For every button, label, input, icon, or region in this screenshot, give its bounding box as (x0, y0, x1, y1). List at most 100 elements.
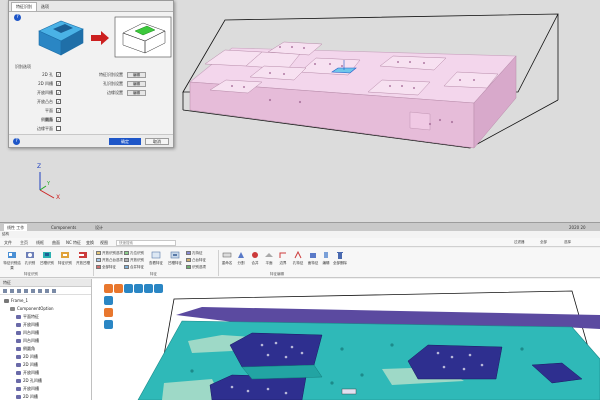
ribbon-small2-2[interactable]: 孔特征 (186, 250, 203, 256)
ribbon-toolbar: 特征识别结果 孔识别 凹槽识别 特征识别 开放凹槽 特征识别 开放识别选项 开放… (0, 248, 600, 278)
tree-item[interactable]: 2D 凹槽 (16, 361, 38, 369)
tab-options[interactable]: 选项 (37, 3, 53, 11)
tool-hole-feature[interactable]: 孔特征 (290, 250, 306, 266)
tool-boundary[interactable]: 边界 (276, 250, 290, 266)
ribbon-small-5[interactable]: 合并特征 (124, 264, 144, 270)
tool-split[interactable]: 分割 (234, 250, 248, 266)
ribbon-small-3[interactable]: 孔位识别 (124, 250, 144, 256)
filter-all[interactable]: 全部 (540, 238, 547, 247)
option-open-pocket: 开放凹槽 (37, 90, 53, 95)
menu-wireframe[interactable]: 线框 (36, 238, 44, 247)
ribbon-btn-feature[interactable]: 特征识别 (56, 250, 74, 266)
checkbox-open-boss[interactable]: ✓ (56, 99, 61, 104)
tool-merge[interactable]: 合并 (248, 250, 262, 266)
view-feature-icon (151, 251, 161, 259)
tree-item[interactable]: 开放凹槽 (16, 385, 39, 393)
feature-result-icon (8, 252, 16, 258)
tool-face-feature[interactable]: 面特征 (306, 250, 320, 266)
ribbon-small-2[interactable]: 全部特征 (96, 264, 116, 270)
feature-tree-panel: 特征 Frame_1 ComponentOption 平面特征 开放凹槽 凹台凹… (0, 279, 92, 400)
tree-item[interactable]: 倒圆角 (16, 345, 35, 353)
bottom-cad-viewport[interactable] (92, 279, 600, 400)
ribbon-small-4[interactable]: 开放识别 (124, 257, 144, 263)
menu-view[interactable]: 视图 (100, 238, 108, 247)
ribbon-btn-hole[interactable]: 孔识别 (22, 250, 38, 266)
ok-button[interactable]: 确定 (109, 138, 141, 145)
dialog-footer: ? 确定 取消 (9, 134, 173, 147)
quick-search-input[interactable]: 快速搜索 (116, 240, 176, 246)
tree-tool-3[interactable] (17, 289, 21, 293)
menu-file[interactable]: 文件 (4, 238, 12, 247)
title-text: 结构 (2, 232, 9, 236)
tree-tool-7[interactable] (45, 289, 49, 293)
ribbon-btn-pocket-feature[interactable]: 凹槽特征 (166, 250, 184, 266)
ribbon-btn-open-pocket[interactable]: 开放凹槽 (74, 250, 92, 266)
tool-plane[interactable]: 平面 (262, 250, 276, 266)
checkbox-2d-hole[interactable]: ✓ (56, 72, 61, 77)
tree-tool-1[interactable] (3, 289, 7, 293)
option-2d-hole: 2D 孔 (42, 72, 53, 77)
hole-settings-edit-button[interactable]: 编辑 (127, 81, 146, 87)
ribbon-btn-result[interactable]: 特征识别结果 (2, 250, 22, 271)
tree-item[interactable]: 凹台凹槽 (16, 329, 39, 337)
options-group-label: 识别选项 (15, 64, 31, 69)
tree-item[interactable]: 开放凹槽 (16, 369, 39, 377)
menu-home[interactable]: 主页 (20, 238, 28, 247)
checkbox-plane[interactable]: ✓ (56, 108, 61, 113)
doc-tab-1[interactable]: 线性 工作 (4, 224, 28, 231)
tree-item[interactable]: Frame_1 (4, 297, 28, 305)
pocket-feature-icon (170, 251, 180, 259)
tree-tool-5[interactable] (31, 289, 35, 293)
ribbon-btn-view-feature[interactable]: 查看特征 (146, 250, 166, 266)
edge-settings-edit-button[interactable]: 编辑 (127, 90, 146, 96)
menu-surface[interactable]: 曲面 (52, 238, 60, 247)
tool-edit[interactable]: 编辑 (320, 250, 332, 266)
pocket-icon (43, 252, 51, 258)
tree-item[interactable]: 开放凹槽 (16, 321, 39, 329)
tree-item[interactable]: ComponentOption (10, 305, 54, 313)
ribbon-small2-3[interactable]: 凸台特征 (186, 257, 206, 263)
tree-item[interactable]: 2D 孔凹槽 (16, 377, 42, 385)
feature-settings-edit-button[interactable]: 编辑 (127, 72, 146, 78)
doc-tab-2[interactable]: Components (48, 224, 79, 231)
recognition-preview-image (38, 16, 172, 58)
tree-tool-6[interactable] (38, 289, 42, 293)
checkbox-open-pocket[interactable]: ✓ (56, 90, 61, 95)
menu-transform[interactable]: 变换 (86, 238, 94, 247)
rename-icon (222, 252, 232, 258)
checkbox-edge-plane[interactable] (56, 126, 61, 131)
feature-recognition-dialog[interactable]: 特征识别 选项 ? 识别选项 2D 孔 ✓ 2D 凹槽 ✓ 开放凹槽 ✓ 开放凸… (8, 0, 174, 148)
top-cad-viewport[interactable]: Z X Y 特征识别 选项 ? 识别选项 2D 孔 ✓ 2D 凹槽 ✓ 开放凹槽… (0, 0, 600, 222)
ribbon-small2-4[interactable]: 识别选项 (186, 264, 206, 270)
doc-tab-3[interactable]: 设计 (92, 224, 106, 231)
tool-delete-all[interactable]: 全部删除 (332, 250, 348, 266)
filter-select[interactable]: 选择 (564, 238, 571, 247)
ribbon-btn-pocket[interactable]: 凹槽识别 (38, 250, 56, 266)
feature-settings-label: 特征识别设置 (99, 72, 123, 77)
top-document-tabs: 线性 工作 Components 设计 2020 20 (0, 222, 600, 231)
footer-help-icon[interactable]: ? (13, 138, 20, 145)
tab-feature-recognition[interactable]: 特征识别 (11, 2, 37, 11)
tree-tool-4[interactable] (24, 289, 28, 293)
edge-settings-label: 边缘设置 (107, 90, 123, 95)
ribbon-small-1[interactable]: 开放凸台选项 (96, 257, 123, 263)
cancel-button[interactable]: 取消 (145, 138, 169, 145)
filter-label[interactable]: 过滤器 (514, 238, 525, 247)
option-open-boss: 开放凸台 (37, 99, 53, 104)
tree-item[interactable]: 2D 凹槽 (16, 393, 38, 400)
tree-item[interactable]: 平面特征 (16, 313, 39, 321)
help-icon[interactable]: ? (14, 14, 21, 21)
ribbon-small-0[interactable]: 开放识别选项 (96, 250, 123, 256)
menu-nc-feature[interactable]: NC 特征 (66, 238, 81, 247)
tool-rename[interactable]: 重命名 (220, 250, 234, 266)
checkbox-2d-pocket[interactable]: ✓ (56, 81, 61, 86)
option-edge-plane: 边缘平面 (37, 126, 53, 131)
screen: Z X Y 特征识别 选项 ? 识别选项 2D 孔 ✓ 2D 凹槽 ✓ 开放凹槽… (0, 0, 600, 400)
feature-icon (61, 252, 69, 258)
axis-label-x: X (56, 194, 61, 201)
tree-tool-8[interactable] (52, 289, 56, 293)
tree-item[interactable]: 2D 凹槽 (16, 353, 38, 361)
tree-tool-2[interactable] (10, 289, 14, 293)
checkbox-fillet[interactable]: ✓ (56, 117, 61, 122)
tree-item[interactable]: 凹台凹槽 (16, 337, 39, 345)
